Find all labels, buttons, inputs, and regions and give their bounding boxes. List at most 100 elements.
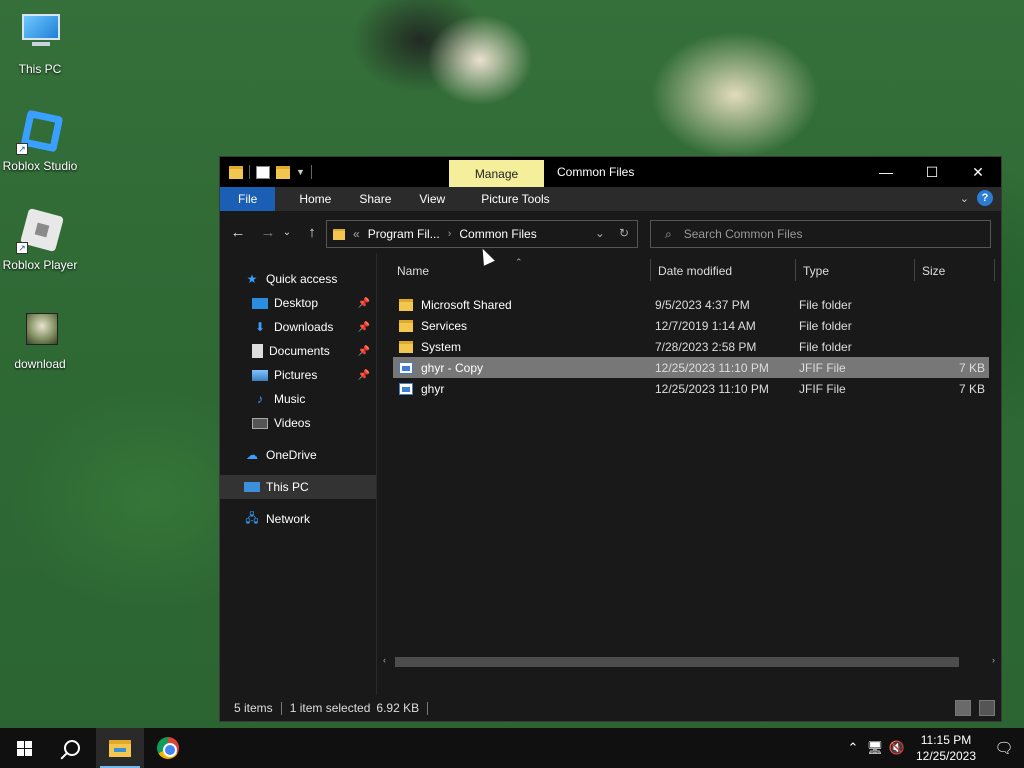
scroll-right-icon[interactable]: › xyxy=(992,655,995,665)
expand-ribbon-chevron-icon[interactable]: ⌄ xyxy=(960,192,969,205)
nav-item-network[interactable]: 🖧 Network xyxy=(220,507,376,531)
search-icon: ⌕ xyxy=(665,226,672,241)
windows-logo-icon xyxy=(16,740,32,756)
selection-info: 1 item selected xyxy=(289,701,371,715)
computer-icon xyxy=(244,482,260,492)
item-count: 5 items xyxy=(234,701,273,715)
table-row[interactable]: Microsoft Shared 9/5/2023 4:37 PM File f… xyxy=(393,294,989,315)
notification-center-icon[interactable]: 🗨 xyxy=(984,728,1024,768)
file-explorer-icon xyxy=(109,739,131,757)
address-dropdown-icon[interactable]: ⌄ xyxy=(595,226,605,240)
nav-item-onedrive[interactable]: ☁ OneDrive xyxy=(220,443,376,467)
volume-muted-icon[interactable]: 🔇 xyxy=(886,740,908,756)
nav-item-quick-access[interactable]: ★ Quick access xyxy=(220,267,376,291)
pin-icon: 📌 xyxy=(357,369,370,381)
pin-icon: 📌 xyxy=(357,345,370,357)
nav-item-music[interactable]: ♪ Music xyxy=(220,387,376,411)
roblox-player-icon: ↗ xyxy=(16,206,65,254)
desktop-icon-label: Roblox Studio xyxy=(2,159,78,173)
navigation-pane: ★ Quick access Desktop 📌 ⬇ Downloads 📌 D… xyxy=(220,253,377,695)
selection-size: 6.92 KB xyxy=(376,701,420,715)
image-file-icon xyxy=(16,305,64,353)
nav-item-this-pc[interactable]: This PC xyxy=(220,475,376,499)
music-note-icon: ♪ xyxy=(257,392,263,406)
pin-icon: 📌 xyxy=(357,321,370,333)
taskbar-chrome[interactable] xyxy=(144,728,192,768)
folder-icon xyxy=(229,165,243,179)
file-rows: Microsoft Shared 9/5/2023 4:37 PM File f… xyxy=(393,294,989,399)
quick-access-toolbar: ▼ xyxy=(220,165,448,179)
recent-locations-chevron-icon[interactable]: ⌄ xyxy=(280,220,294,244)
customize-toolbar-dropdown-icon[interactable]: ▼ xyxy=(296,167,305,177)
tab-picture-tools[interactable]: Picture Tools xyxy=(467,187,563,211)
taskbar-search-button[interactable] xyxy=(48,728,96,768)
status-bar: 5 items 1 item selected 6.92 KB xyxy=(220,695,1001,721)
address-bar[interactable]: « Program Fil... › Common Files ⌄ ↻ xyxy=(326,220,638,248)
network-icon[interactable]: 🖥 xyxy=(864,740,886,756)
pin-icon: 📌 xyxy=(357,297,370,309)
scroll-left-icon[interactable]: ‹ xyxy=(383,655,386,665)
network-icon: 🖧 xyxy=(245,510,259,525)
column-date-modified[interactable]: Date modified xyxy=(658,261,732,281)
column-name[interactable]: Name xyxy=(397,261,429,281)
new-folder-icon[interactable] xyxy=(276,165,290,179)
tab-share[interactable]: Share xyxy=(345,187,405,211)
back-button[interactable]: ← xyxy=(226,220,250,244)
desktop-icon-label: Roblox Player xyxy=(2,258,78,272)
tab-home[interactable]: Home xyxy=(285,187,345,211)
videos-icon xyxy=(252,417,268,429)
large-icons-view-button[interactable] xyxy=(979,700,995,716)
scrollbar-thumb[interactable] xyxy=(395,657,959,667)
table-row[interactable]: System 7/28/2023 2:58 PM File folder xyxy=(393,336,989,357)
star-icon: ★ xyxy=(246,272,258,286)
breadcrumb-overflow[interactable]: « xyxy=(353,227,360,241)
chrome-icon xyxy=(157,737,179,759)
table-row-selected[interactable]: ghyr - Copy 12/25/2023 11:10 PM JFIF Fil… xyxy=(393,357,989,378)
sort-ascending-icon: ⌃ xyxy=(515,257,523,267)
column-type[interactable]: Type xyxy=(803,261,829,281)
start-button[interactable] xyxy=(0,728,48,768)
desktop-icon-this-pc[interactable]: This PC xyxy=(0,10,80,76)
tab-file[interactable]: File xyxy=(220,187,276,211)
manage-tab[interactable]: Manage xyxy=(449,160,544,187)
breadcrumb-common-files[interactable]: Common Files xyxy=(459,227,536,241)
refresh-icon[interactable]: ↻ xyxy=(619,226,629,240)
taskbar-file-explorer[interactable] xyxy=(96,728,144,768)
up-button[interactable]: ↑ xyxy=(300,220,324,244)
title-bar[interactable]: ▼ Manage Common Files — ☐ ✕ xyxy=(220,157,1001,187)
desktop-icon-roblox-studio[interactable]: ↗ Roblox Studio xyxy=(0,107,80,173)
nav-item-pictures[interactable]: Pictures 📌 xyxy=(220,363,376,387)
minimize-button[interactable]: — xyxy=(863,157,909,187)
desktop-icon xyxy=(252,297,268,309)
show-hidden-icons-chevron-icon[interactable]: ⌃ xyxy=(842,740,864,756)
clock[interactable]: 11:15 PM 12/25/2023 xyxy=(908,732,984,764)
breadcrumb-program-files[interactable]: Program Fil... xyxy=(368,227,440,241)
properties-icon[interactable] xyxy=(256,165,270,179)
document-icon xyxy=(252,344,263,358)
nav-item-downloads[interactable]: ⬇ Downloads 📌 xyxy=(220,315,376,339)
column-headers: ⌃ Name Date modified Type Size xyxy=(377,253,1001,287)
search-placeholder: Search Common Files xyxy=(683,227,803,241)
forward-button[interactable]: → xyxy=(256,220,280,244)
desktop-icon-download[interactable]: download xyxy=(0,305,80,371)
ribbon-tabs: File Home Share View Picture Tools ⌄ ? xyxy=(220,187,1001,211)
this-pc-icon xyxy=(16,10,64,58)
search-box[interactable]: ⌕ Search Common Files xyxy=(650,220,991,248)
tab-view[interactable]: View xyxy=(405,187,459,211)
horizontal-scrollbar[interactable]: ‹ › xyxy=(381,655,997,669)
maximize-button[interactable]: ☐ xyxy=(909,157,955,187)
close-button[interactable]: ✕ xyxy=(955,157,1001,187)
nav-item-videos[interactable]: Videos xyxy=(220,411,376,435)
desktop-icon-roblox-player[interactable]: ↗ Roblox Player xyxy=(0,206,80,272)
table-row[interactable]: ghyr 12/25/2023 11:10 PM JFIF File 7 KB xyxy=(393,378,989,399)
column-size[interactable]: Size xyxy=(922,261,945,281)
table-row[interactable]: Services 12/7/2019 1:14 AM File folder xyxy=(393,315,989,336)
window-title: Common Files xyxy=(557,165,635,179)
folder-icon xyxy=(399,319,413,332)
file-list: ⌃ Name Date modified Type Size Microsoft… xyxy=(377,253,1001,695)
details-view-button[interactable] xyxy=(955,700,971,716)
breadcrumb-separator-icon: › xyxy=(447,228,452,240)
help-icon[interactable]: ? xyxy=(977,190,993,206)
nav-item-desktop[interactable]: Desktop 📌 xyxy=(220,291,376,315)
nav-item-documents[interactable]: Documents 📌 xyxy=(220,339,376,363)
